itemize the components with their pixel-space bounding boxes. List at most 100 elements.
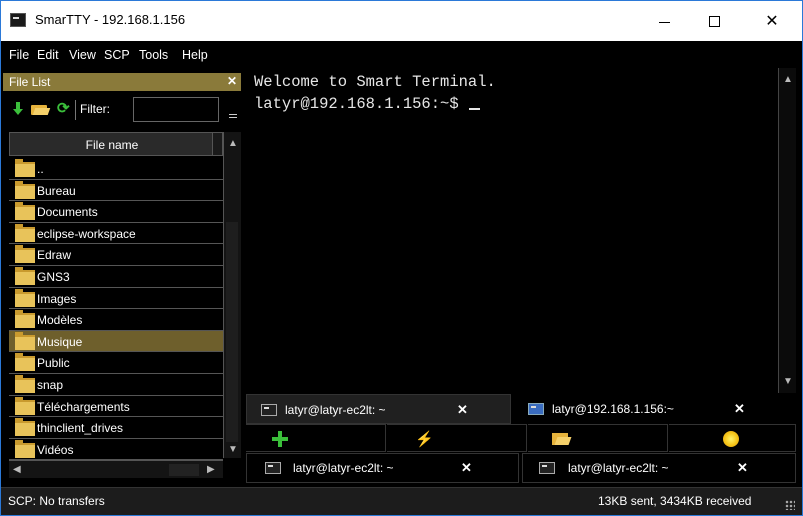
settings-button[interactable] [669, 424, 796, 452]
file-row[interactable]: Vidéos [9, 439, 223, 461]
tab-session-1[interactable]: latyr@latyr-ec2lt: ~ ✕ [246, 394, 511, 424]
title-bar: SmarTTY - 192.168.1.156 ✕ [1, 1, 802, 41]
menu-file[interactable]: File [9, 48, 29, 62]
file-row[interactable]: Documents [9, 201, 223, 223]
sun-icon [723, 431, 739, 447]
terminal-tab-icon [539, 462, 555, 474]
app-window: SmarTTY - 192.168.1.156 ✕ File Edit View… [0, 0, 803, 516]
file-row[interactable]: Modèles [9, 309, 223, 331]
file-name: Téléchargements [37, 399, 130, 414]
refresh-icon[interactable]: ⟳ [57, 101, 71, 117]
minimize-button[interactable] [641, 1, 687, 41]
scp-status: SCP: No transfers [8, 494, 105, 508]
file-row[interactable]: Musique [9, 330, 223, 353]
tab-close-icon[interactable]: ✕ [734, 401, 745, 417]
open-folder-icon[interactable] [31, 101, 49, 117]
file-name: eclipse-workspace [37, 226, 136, 241]
file-name: .. [37, 162, 44, 176]
terminal-app-icon [10, 13, 26, 27]
file-name: GNS3 [37, 269, 70, 284]
h-scroll-thumb[interactable] [169, 464, 199, 476]
folder-icon [15, 439, 35, 458]
file-table: File name .. Bureau Documents eclipse-works… [9, 132, 223, 466]
terminal-tab-icon [261, 404, 277, 416]
file-list-title: File List [9, 75, 51, 89]
file-list-toolbar: ⟳ Filter: [3, 95, 241, 125]
minimize-icon [658, 21, 670, 23]
filter-scroll-icon[interactable] [229, 114, 237, 118]
terminal-scroll-down-icon[interactable]: ▼ [783, 376, 793, 387]
maximize-button[interactable] [691, 1, 737, 41]
folder-icon [15, 288, 35, 307]
tab-close-icon[interactable]: ✕ [737, 460, 748, 476]
terminal-tab-icon [265, 462, 281, 474]
folder-icon [15, 266, 35, 285]
open-folder-button[interactable] [528, 424, 668, 452]
tab-close-icon[interactable]: ✕ [457, 402, 468, 418]
file-list-horizontal-scrollbar[interactable]: ◀ ▶ [9, 460, 223, 478]
terminal-area[interactable]: Welcome to Smart Terminal. latyr@192.168… [246, 68, 778, 393]
folder-icon [552, 433, 570, 446]
folder-icon [15, 418, 35, 437]
menu-tools[interactable]: Tools [139, 48, 168, 62]
file-name: Images [37, 291, 77, 306]
file-list-panel: File List ✕ ⟳ Filter: File name .. Bureau… [1, 68, 243, 486]
new-session-button[interactable] [246, 424, 386, 452]
close-button[interactable]: ✕ [749, 1, 795, 41]
terminal-cursor [468, 108, 480, 110]
file-row[interactable]: snap [9, 374, 223, 396]
scroll-up-icon[interactable]: ▲ [228, 138, 238, 149]
terminal-vertical-scrollbar[interactable]: ▲ ▼ [778, 68, 796, 393]
secondary-tabs: latyr@latyr-ec2lt: ~ ✕ latyr@latyr-ec2lt… [246, 453, 796, 483]
file-row[interactable]: thinclient_drives [9, 417, 223, 439]
tab-session-2[interactable]: latyr@192.168.1.156:~ ✕ [514, 394, 796, 424]
scroll-thumb[interactable] [226, 222, 238, 442]
quick-connect-button[interactable]: ⚡ [387, 424, 527, 452]
menu-help[interactable]: Help [182, 48, 208, 62]
file-row[interactable]: Edraw [9, 244, 223, 266]
menu-view[interactable]: View [69, 48, 96, 62]
file-row[interactable]: Téléchargements [9, 396, 223, 418]
scroll-right-icon[interactable]: ▶ [207, 464, 215, 475]
folder-icon [15, 310, 35, 329]
file-row[interactable]: .. [9, 158, 223, 180]
folder-icon [15, 353, 35, 372]
terminal-line-prompt: latyr@192.168.1.156:~$ [254, 95, 480, 113]
tab-secondary-1[interactable]: latyr@latyr-ec2lt: ~ ✕ [246, 453, 519, 483]
file-list-header: File List ✕ [3, 73, 241, 91]
file-name-column-header[interactable]: File name [9, 132, 213, 156]
file-name: snap [37, 377, 64, 392]
folder-icon [15, 245, 35, 264]
close-icon: ✕ [765, 13, 779, 30]
file-list-vertical-scrollbar[interactable]: ▲ ▼ [223, 132, 241, 458]
file-row[interactable]: Bureau [9, 180, 223, 202]
scroll-down-icon[interactable]: ▼ [228, 444, 238, 455]
menu-edit[interactable]: Edit [37, 48, 59, 62]
file-row[interactable]: GNS3 [9, 266, 223, 288]
terminal-tab-icon [528, 403, 544, 415]
file-row[interactable]: eclipse-workspace [9, 223, 223, 245]
file-list-close-icon[interactable]: ✕ [227, 74, 237, 88]
resize-grip-icon[interactable] [785, 500, 795, 510]
file-rows: .. Bureau Documents eclipse-workspace Edraw G… [9, 158, 223, 460]
menu-scp[interactable]: SCP [104, 48, 130, 62]
tab-close-icon[interactable]: ✕ [461, 460, 472, 476]
file-name: thinclient_drives [37, 421, 124, 436]
folder-icon [15, 223, 35, 242]
filter-input[interactable] [133, 97, 219, 122]
status-bar: SCP: No transfers 13KB sent, 3434KB rece… [1, 487, 802, 515]
folder-icon [15, 159, 35, 177]
file-row[interactable]: Images [9, 288, 223, 310]
column-grip[interactable] [213, 132, 223, 156]
tab-label: latyr@latyr-ec2lt: ~ [285, 403, 386, 417]
scroll-left-icon[interactable]: ◀ [13, 464, 21, 475]
terminal-scroll-up-icon[interactable]: ▲ [783, 74, 793, 85]
lightning-icon: ⚡ [415, 431, 434, 448]
terminal-line-welcome: Welcome to Smart Terminal. [254, 73, 496, 91]
file-row[interactable]: Public [9, 352, 223, 374]
tab-label: latyr@192.168.1.156:~ [552, 402, 674, 416]
download-icon[interactable] [11, 101, 25, 117]
tab-secondary-2[interactable]: latyr@latyr-ec2lt: ~ ✕ [522, 453, 796, 483]
window-title: SmarTTY - 192.168.1.156 [35, 12, 186, 27]
session-tabs: latyr@latyr-ec2lt: ~ ✕ latyr@192.168.1.1… [246, 394, 796, 424]
